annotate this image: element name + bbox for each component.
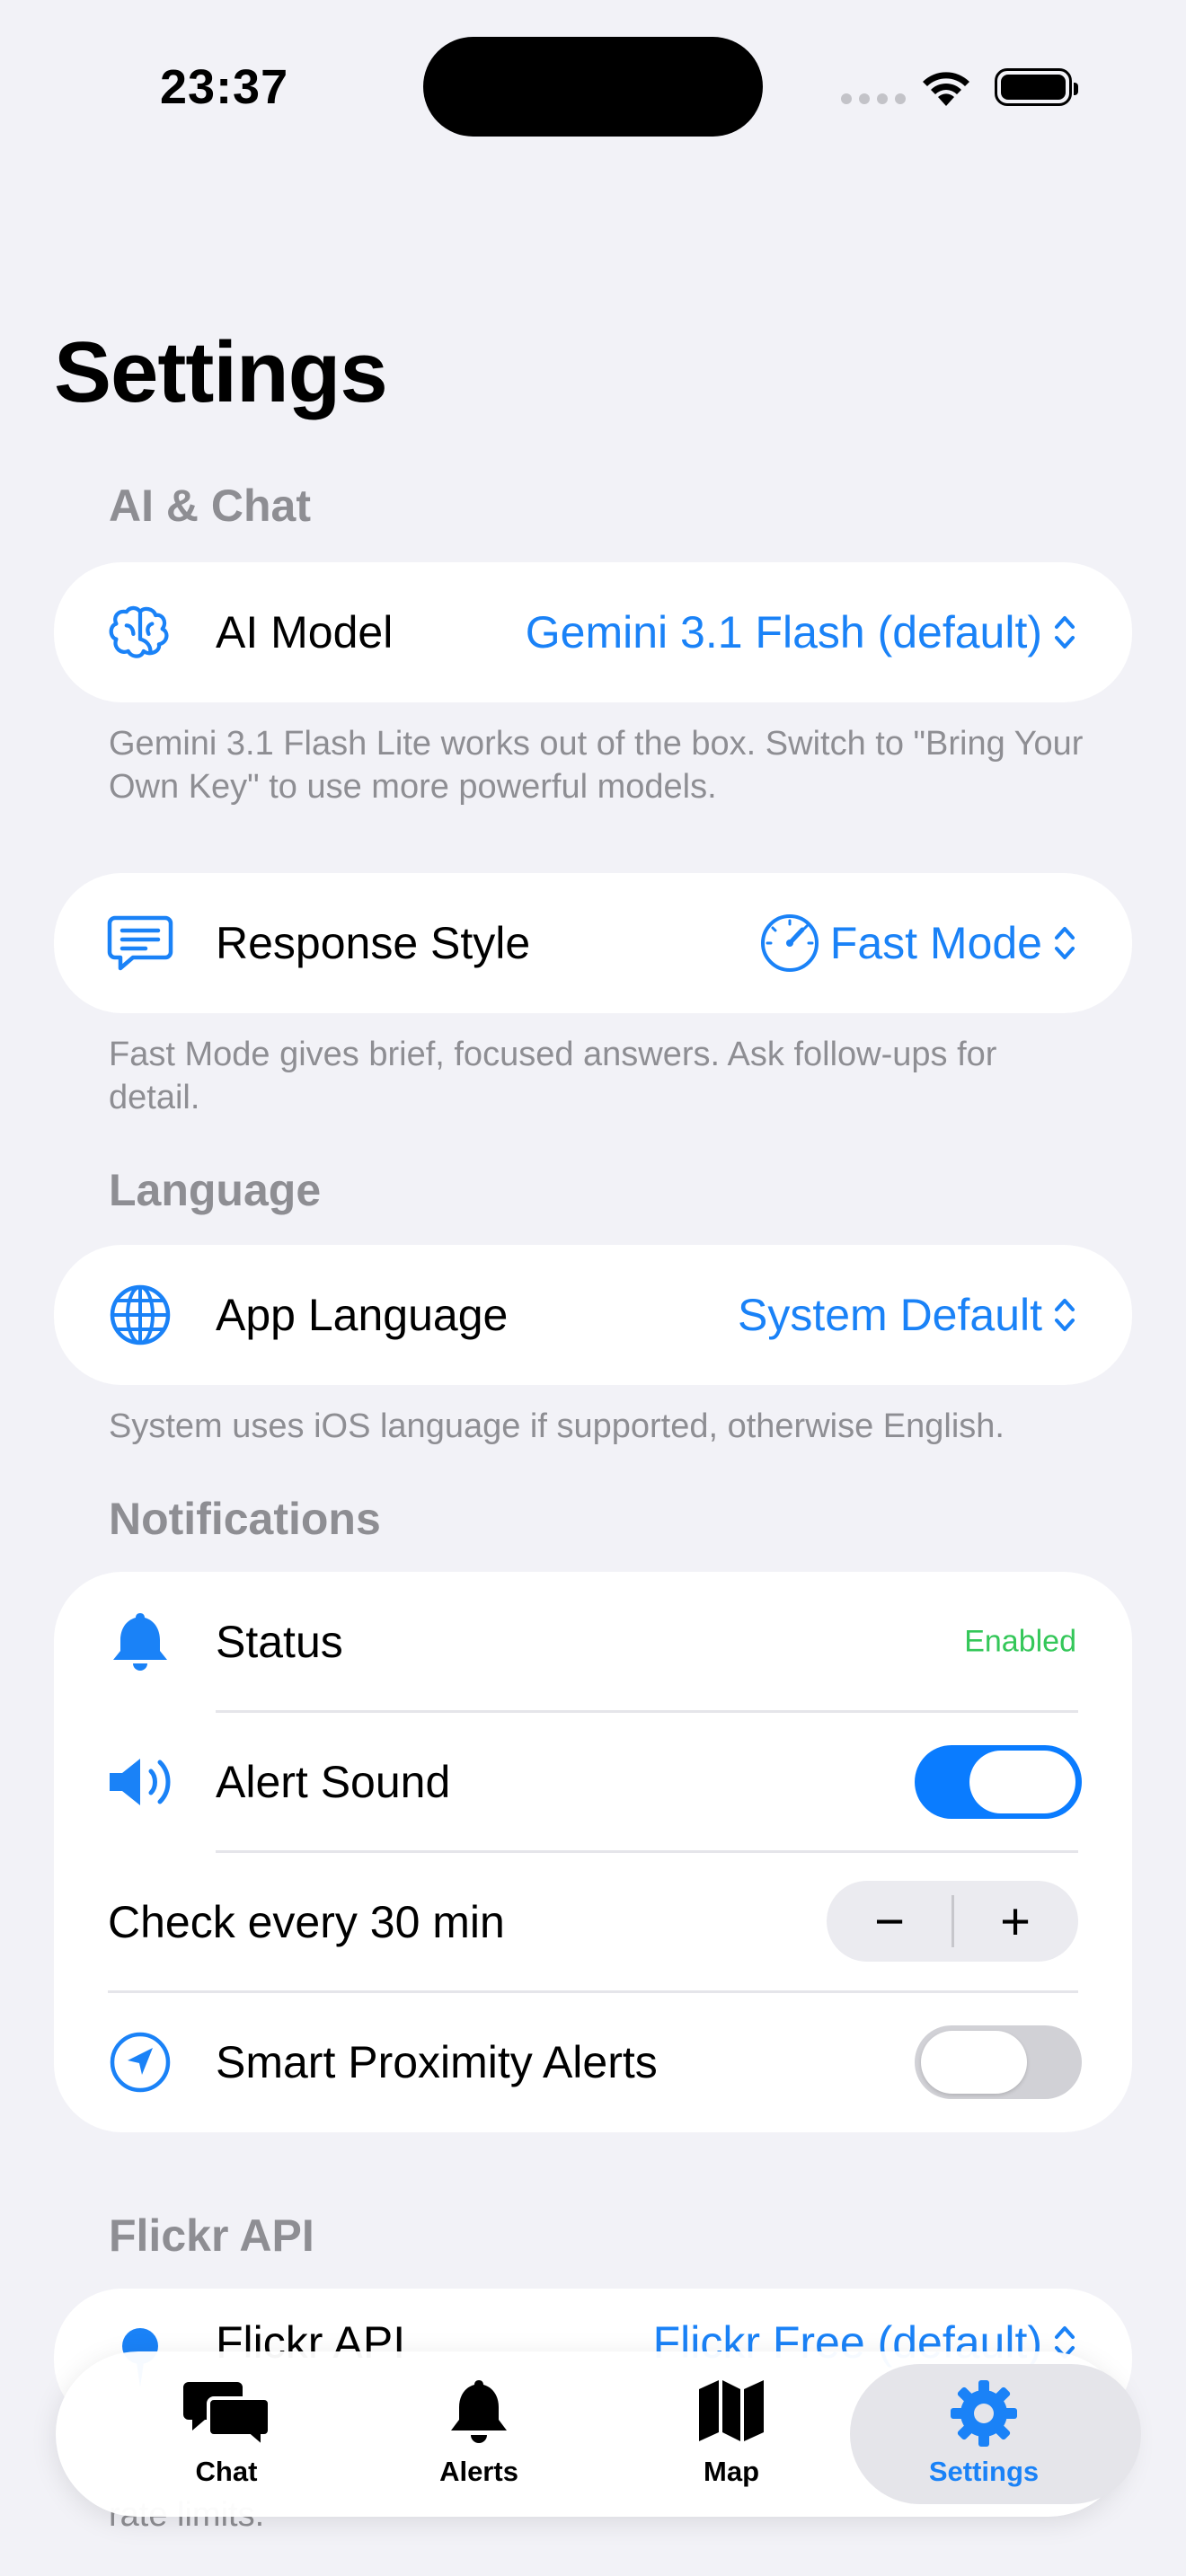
page-title: Settings [54,324,388,420]
smart-proximity-label: Smart Proximity Alerts [216,2037,658,2087]
response-style-footnote: Fast Mode gives brief, focused answers. … [109,1036,997,1116]
notifications-card: Status Enabled Alert Sound Check every 3… [54,1572,1132,2132]
section-header-ai-chat: AI & Chat [109,481,311,531]
dynamic-island [423,37,763,137]
response-style-select[interactable]: Fast Mode [760,913,1076,973]
chevron-up-down-icon [1055,927,1075,959]
bell-icon [451,2380,507,2443]
message-icon [107,915,173,971]
brain-icon [109,605,169,658]
tab-bar: Chat Alerts Map Settings [56,2351,1141,2517]
tab-settings[interactable]: Settings [850,2351,1141,2517]
check-interval-row: Check every 30 min − + [54,1852,1132,1992]
tab-alerts-label: Alerts [439,2456,518,2487]
bell-icon [113,1613,167,1671]
chevron-up-down-icon [1055,1299,1075,1331]
app-language-value: System Default [737,1290,1042,1340]
tab-chat[interactable]: Chat [96,2351,357,2517]
response-style-row[interactable]: Response Style Fast Mode [54,873,1132,1013]
cellular-signal-icon [841,93,906,104]
smart-proximity-row: Smart Proximity Alerts [54,1992,1132,2132]
ai-model-value: Gemini 3.1 Flash (default) [525,607,1042,657]
tab-chat-label: Chat [195,2456,258,2487]
speaker-icon [110,1759,171,1805]
status-time: 23:37 [160,60,289,114]
tab-map[interactable]: Map [601,2351,862,2517]
speedometer-icon [760,914,819,972]
app-language-label: App Language [216,1290,509,1340]
ai-model-row[interactable]: AI Model Gemini 3.1 Flash (default) [54,562,1132,702]
language-card: App Language System Default [54,1245,1132,1385]
smart-proximity-toggle[interactable] [915,2025,1082,2099]
globe-icon [110,1284,171,1345]
gear-icon [951,2380,1017,2447]
ai-model-select[interactable]: Gemini 3.1 Flash (default) [526,606,1076,658]
alert-sound-row: Alert Sound [54,1712,1132,1852]
tab-settings-label: Settings [928,2456,1040,2487]
chat-bubbles-icon [183,2382,271,2450]
language-footnote: System uses iOS language if supported, o… [109,1407,1005,1445]
response-style-value: Fast Mode [829,918,1042,968]
tab-map-label: Map [704,2456,759,2487]
notification-status-row: Status Enabled [54,1572,1132,1712]
notification-status-value: Enabled [964,1624,1076,1659]
ai-model-footnote: Gemini 3.1 Flash Lite works out of the b… [109,725,1084,806]
check-interval-stepper[interactable]: − + [827,1881,1078,1962]
response-style-label: Response Style [216,918,531,968]
notification-status-label: Status [216,1617,343,1667]
check-interval-label: Check every 30 min [108,1897,505,1947]
decrement-button[interactable]: − [827,1881,952,1962]
section-header-flickr: Flickr API [109,2210,314,2261]
app-language-select[interactable]: System Default [738,1289,1076,1341]
chevron-up-down-icon [1055,616,1075,648]
alert-sound-toggle[interactable] [915,1745,1082,1819]
section-header-notifications: Notifications [109,1494,381,1544]
battery-icon [995,68,1078,106]
tab-alerts[interactable]: Alerts [349,2351,609,2517]
map-icon [699,2380,764,2441]
response-style-card: Response Style Fast Mode [54,873,1132,1013]
app-language-row[interactable]: App Language System Default [54,1245,1132,1385]
ai-model-label: AI Model [216,607,394,657]
location-arrow-icon [110,2032,171,2093]
alert-sound-label: Alert Sound [216,1757,451,1807]
increment-button[interactable]: + [952,1881,1078,1962]
ai-model-card: AI Model Gemini 3.1 Flash (default) [54,562,1132,702]
section-header-language: Language [109,1165,322,1215]
wifi-icon [923,72,969,106]
